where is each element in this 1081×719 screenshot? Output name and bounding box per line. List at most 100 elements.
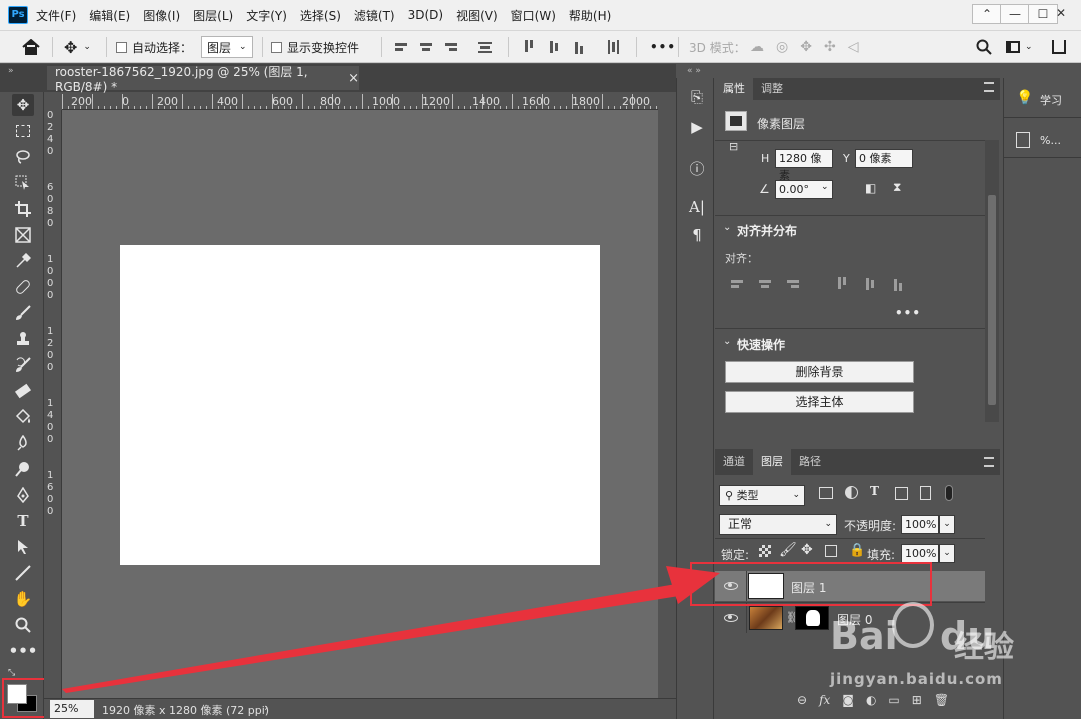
pen-tool-icon[interactable]: [12, 484, 34, 506]
paragraph-panel-icon[interactable]: ¶: [687, 226, 707, 246]
percent-panel-button[interactable]: %...: [1004, 124, 1081, 158]
lock-all-icon[interactable]: 🔒: [849, 543, 865, 558]
swap-colors-icon[interactable]: ⤡: [8, 668, 15, 678]
lock-pixels-icon[interactable]: 🖌: [779, 542, 797, 558]
lock-transparency-icon[interactable]: [759, 545, 771, 557]
history-brush-tool-icon[interactable]: [12, 354, 34, 376]
fill-dropdown-icon[interactable]: ⌄: [939, 544, 955, 563]
panel-align-left-icon[interactable]: [731, 277, 745, 291]
stamp-tool-icon[interactable]: [12, 328, 34, 350]
document-close-icon[interactable]: ×: [348, 71, 359, 86]
menu-file[interactable]: 文件(F): [36, 7, 76, 24]
remove-background-button[interactable]: 删除背景: [725, 361, 914, 383]
tab-adjustments[interactable]: 调整: [753, 78, 791, 100]
filter-adjustment-icon[interactable]: [845, 486, 858, 499]
move-tool-icon[interactable]: ✥: [12, 94, 34, 116]
panel-align-hcenter-icon[interactable]: [759, 277, 773, 291]
3d-pan-icon[interactable]: ✥: [800, 39, 812, 55]
link-layers-icon[interactable]: ⊖: [797, 693, 807, 707]
menu-select[interactable]: 选择(S): [300, 7, 341, 24]
dodge-tool-icon[interactable]: [12, 458, 34, 480]
lock-artboard-icon[interactable]: [825, 545, 837, 557]
brush-tool-icon[interactable]: [12, 302, 34, 324]
3d-slide-icon[interactable]: ✣: [824, 39, 836, 55]
share-icon[interactable]: [1052, 31, 1066, 63]
close-button[interactable]: ✕: [1044, 4, 1078, 24]
menu-view[interactable]: 视图(V): [456, 7, 498, 24]
toolbar-expand-icon[interactable]: »: [8, 66, 14, 76]
more-options-button[interactable]: •••: [650, 31, 676, 63]
filter-shape-icon[interactable]: [895, 487, 908, 500]
flip-vertical-icon[interactable]: ⧗: [893, 180, 901, 195]
auto-select-dropdown[interactable]: 图层 ⌄: [201, 36, 253, 58]
learn-panel-button[interactable]: 💡 学习: [1004, 78, 1081, 118]
blend-mode-dropdown[interactable]: 正常 ⌄: [719, 514, 837, 535]
align-left-icon[interactable]: [395, 40, 409, 54]
workspace-switcher-icon[interactable]: ⌄: [1006, 31, 1033, 63]
distribute-icon[interactable]: [478, 40, 492, 54]
layer-filter-dropdown[interactable]: ⚲ 类型 ⌄: [719, 485, 805, 506]
3d-orbit-icon[interactable]: ☁: [750, 39, 764, 55]
canvas-vertical-scrollbar[interactable]: [658, 110, 675, 698]
auto-select-checkbox[interactable]: 自动选择：: [116, 31, 192, 63]
home-icon[interactable]: [22, 31, 40, 63]
line-tool-icon[interactable]: [12, 562, 34, 584]
document-canvas[interactable]: [120, 245, 600, 565]
object-select-tool-icon[interactable]: [12, 172, 34, 194]
menu-image[interactable]: 图像(I): [143, 7, 180, 24]
fill-input[interactable]: 100%: [901, 544, 939, 563]
link-dimensions-icon[interactable]: ⊟: [729, 140, 738, 153]
tab-properties[interactable]: 属性: [715, 78, 753, 100]
filter-type-icon[interactable]: T: [870, 484, 879, 498]
menu-3d[interactable]: 3D(D): [408, 8, 443, 22]
document-tab[interactable]: rooster-1867562_1920.jpg @ 25% (图层 1, RG…: [47, 65, 359, 94]
search-icon[interactable]: [976, 31, 992, 63]
blur-tool-icon[interactable]: [12, 432, 34, 454]
fx-icon[interactable]: fx: [819, 693, 830, 707]
zoom-tool-icon[interactable]: [12, 614, 34, 636]
layers-menu-icon[interactable]: [984, 457, 994, 467]
align-vcenter-icon[interactable]: [547, 40, 561, 54]
panel-align-bottom-icon[interactable]: [891, 277, 905, 291]
zoom-field[interactable]: 25%: [50, 700, 94, 718]
lasso-tool-icon[interactable]: [12, 146, 34, 168]
align-more-button[interactable]: •••: [895, 306, 921, 320]
angle-dropdown-icon[interactable]: ⌄: [821, 182, 829, 192]
lock-position-icon[interactable]: ✥: [801, 542, 813, 558]
align-hcenter-icon[interactable]: [420, 40, 434, 54]
type-tool-icon[interactable]: T: [12, 510, 34, 532]
marquee-tool-icon[interactable]: [12, 120, 34, 142]
y-input[interactable]: 0 像素: [855, 149, 913, 168]
status-expand-icon[interactable]: ›: [264, 701, 268, 714]
align-top-icon[interactable]: [522, 40, 536, 54]
opacity-dropdown-icon[interactable]: ⌄: [939, 515, 955, 534]
panel-align-top-icon[interactable]: [835, 277, 849, 291]
3d-camera-icon[interactable]: ◁: [848, 39, 859, 55]
character-panel-icon[interactable]: A|: [687, 198, 707, 218]
align-bottom-icon[interactable]: [572, 40, 586, 54]
eraser-tool-icon[interactable]: [12, 380, 34, 402]
menu-type[interactable]: 文字(Y): [246, 7, 287, 24]
panel-menu-icon[interactable]: [984, 82, 994, 92]
tab-channels[interactable]: 通道: [715, 449, 753, 475]
hand-tool-icon[interactable]: ✋: [12, 588, 34, 610]
crop-tool-icon[interactable]: [12, 198, 34, 220]
info-panel-icon[interactable]: ⓘ: [687, 158, 707, 178]
height-input[interactable]: 1280 像素: [775, 149, 833, 182]
distribute-v-icon[interactable]: [606, 40, 620, 54]
healing-brush-tool-icon[interactable]: [12, 276, 34, 298]
select-subject-button[interactable]: 选择主体: [725, 391, 914, 413]
edit-toolbar-button[interactable]: •••: [9, 640, 38, 662]
menu-window[interactable]: 窗口(W): [511, 7, 556, 24]
filter-toggle-switch[interactable]: [945, 485, 953, 501]
menu-filter[interactable]: 滤镜(T): [354, 7, 395, 24]
collapse-button[interactable]: ⌃: [972, 4, 1002, 24]
menu-edit[interactable]: 编辑(E): [89, 7, 130, 24]
align-right-icon[interactable]: [445, 40, 459, 54]
show-transform-checkbox[interactable]: 显示变换控件: [271, 31, 359, 63]
visibility-eye-icon[interactable]: [724, 614, 738, 622]
eyedropper-tool-icon[interactable]: [12, 250, 34, 272]
path-selection-tool-icon[interactable]: [12, 536, 34, 558]
minimize-button[interactable]: —: [1000, 4, 1030, 24]
properties-scrollbar[interactable]: [985, 140, 999, 422]
